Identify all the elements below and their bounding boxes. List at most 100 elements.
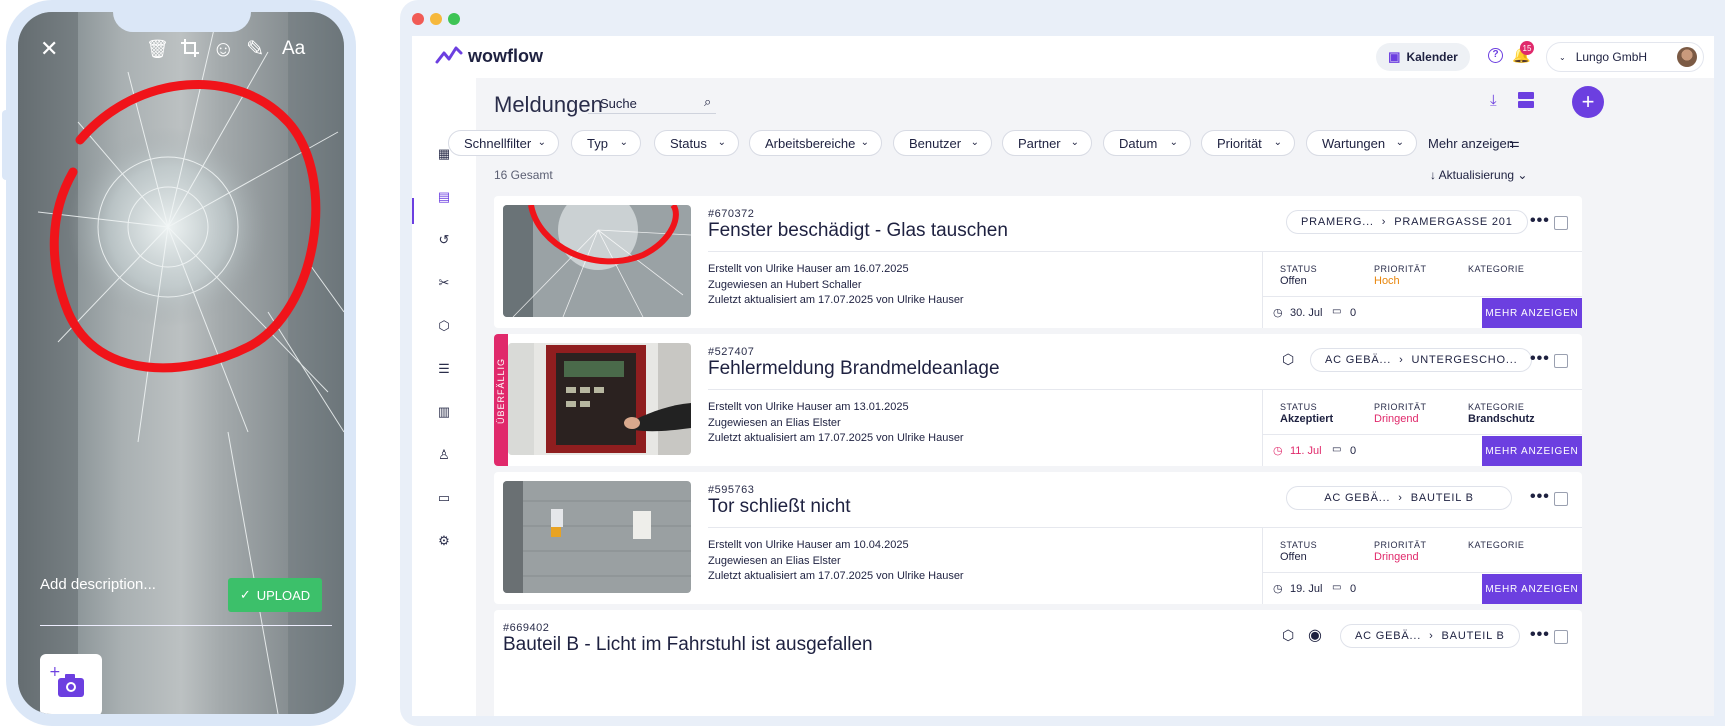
filter-wartungen[interactable]: Wartungen ⌄ xyxy=(1306,130,1417,156)
chevron-down-icon: ⌄ xyxy=(1273,137,1282,148)
comment-count: 0 xyxy=(1350,583,1357,595)
category-label: KATEGORIE xyxy=(1468,540,1525,550)
report-thumbnail[interactable] xyxy=(503,481,691,593)
report-title[interactable]: Fehlermeldung Brandmeldeanlage xyxy=(708,358,1000,380)
select-checkbox[interactable] xyxy=(1554,492,1568,506)
show-more-button[interactable]: MEHR ANZEIGEN xyxy=(1482,574,1582,604)
divider xyxy=(708,389,1582,390)
phone-notch xyxy=(113,12,251,32)
window-maximize-dot[interactable] xyxy=(448,13,460,25)
wowflow-logo-icon[interactable] xyxy=(434,44,464,68)
upload-button[interactable]: ✓ UPLOAD xyxy=(228,578,322,612)
meta-label: Erstellt von xyxy=(708,401,766,413)
select-checkbox[interactable] xyxy=(1554,216,1568,230)
more-filters-button[interactable]: Mehr anzeigen xyxy=(1428,136,1514,151)
meta-label: Zugewiesen an xyxy=(708,554,786,567)
created-date: 10.04.2025 xyxy=(853,539,909,551)
filter-status[interactable]: Status ⌄ xyxy=(654,130,739,156)
select-checkbox[interactable] xyxy=(1554,354,1568,368)
package-icon[interactable]: ⬡ xyxy=(436,318,452,334)
filter-label: Partner xyxy=(1018,135,1061,151)
created-by: Ulrike Hauser xyxy=(765,401,833,413)
report-title[interactable]: Tor schließt nicht xyxy=(708,496,851,518)
meta-label: Erstellt von xyxy=(708,539,766,551)
report-id: #670372 xyxy=(708,208,755,220)
updated-line: Zuletzt aktualisiert am 17.07.2025 von U… xyxy=(708,431,964,447)
sort-dropdown[interactable]: ↓ Aktualisierung ⌄ xyxy=(1430,168,1527,182)
building-icon[interactable]: ▥ xyxy=(436,404,452,420)
more-options-icon[interactable]: ••• xyxy=(1530,350,1550,368)
location-breadcrumb[interactable]: AC GEBÄ... › BAUTEIL B xyxy=(1286,486,1512,510)
show-more-button[interactable]: MEHR ANZEIGEN xyxy=(1482,436,1582,466)
report-thumbnail[interactable] xyxy=(503,205,691,317)
more-options-icon[interactable]: ••• xyxy=(1530,626,1550,644)
show-more-button[interactable]: MEHR ANZEIGEN xyxy=(1482,298,1582,328)
comment-icon: ▭ xyxy=(1332,444,1342,455)
crop-icon[interactable] xyxy=(180,38,200,58)
notification-badge: 15 xyxy=(1520,41,1534,55)
filter-prioritaet[interactable]: Priorität ⌄ xyxy=(1201,130,1295,156)
select-checkbox[interactable] xyxy=(1554,630,1568,644)
download-icon[interactable]: ⤓ xyxy=(1490,92,1497,109)
tools-icon[interactable]: ✂ xyxy=(436,275,452,291)
calendar-button[interactable]: ▣ Kalender xyxy=(1376,43,1470,71)
window-close-dot[interactable] xyxy=(412,13,424,25)
report-title[interactable]: Fenster beschädigt - Glas tauschen xyxy=(708,220,1008,242)
filter-label: Typ xyxy=(587,135,608,151)
page-title: Meldungen xyxy=(494,92,603,117)
avatar xyxy=(1677,47,1697,67)
report-title[interactable]: Bauteil B - Licht im Fahrstuhl ist ausge… xyxy=(503,634,873,656)
brand-name[interactable]: wowflow xyxy=(468,46,543,67)
report-card[interactable]: #595763 Tor schließt nicht AC GEBÄ... › BA… xyxy=(494,472,1582,604)
filter-schnellfilter[interactable]: Schnellfilter ⌄ xyxy=(448,130,559,156)
filter-partner[interactable]: Partner ⌄ xyxy=(1002,130,1092,156)
priority-label: PRIORITÄT xyxy=(1374,264,1427,274)
comment-count: 0 xyxy=(1350,445,1357,457)
filter-label: Arbeitsbereiche xyxy=(765,135,856,151)
list-icon[interactable]: ☰ xyxy=(436,361,452,377)
description-input[interactable]: Add description... xyxy=(40,576,156,593)
sliders-icon[interactable]: ⚌ xyxy=(1509,136,1520,150)
status-value: Offen xyxy=(1280,551,1307,563)
report-card[interactable]: #669402 Bauteil B - Licht im Fahrstuhl i… xyxy=(494,610,1582,716)
document-icon[interactable]: ▭ xyxy=(436,490,452,506)
updated-by: Ulrike Hauser xyxy=(896,294,964,306)
updated-date: 17.07.2025 xyxy=(818,294,874,306)
eye-icon[interactable]: ◉ xyxy=(1308,625,1322,645)
pencil-icon[interactable]: ✎ xyxy=(246,38,264,60)
search-input[interactable]: Suche xyxy=(588,92,716,114)
updated-by: Ulrike Hauser xyxy=(896,432,964,444)
filter-arbeitsbereiche[interactable]: Arbeitsbereiche ⌄ xyxy=(749,130,882,156)
chevron-right-icon: › xyxy=(1381,216,1387,228)
view-toggle-icon[interactable] xyxy=(1518,92,1534,108)
history-icon[interactable]: ↺ xyxy=(436,232,452,248)
report-card[interactable]: ÜBERFÄLLIG #527407 Fehlermeldung Brandme… xyxy=(494,334,1582,466)
priority-value: Dringend xyxy=(1374,413,1419,425)
settings-gear-icon[interactable]: ⚙ xyxy=(436,533,452,549)
location-breadcrumb[interactable]: PRAMERG... › PRAMERGASSE 201 xyxy=(1286,210,1528,234)
company-switcher[interactable]: ⌄ Lungo GmbH xyxy=(1546,42,1704,72)
add-photo-button[interactable]: + xyxy=(40,654,102,714)
add-report-button[interactable]: + xyxy=(1572,86,1604,118)
location-breadcrumb[interactable]: AC GEBÄ... › UNTERGESCHO... xyxy=(1310,348,1533,372)
status-label: STATUS xyxy=(1280,540,1318,550)
report-thumbnail[interactable] xyxy=(508,343,691,455)
filter-typ[interactable]: Typ ⌄ xyxy=(571,130,641,156)
filter-datum[interactable]: Datum ⌄ xyxy=(1103,130,1191,156)
reports-icon[interactable]: ▤ xyxy=(436,189,452,205)
search-icon[interactable]: ⌕ xyxy=(704,94,711,110)
help-icon[interactable]: ? xyxy=(1488,48,1503,63)
close-icon[interactable]: ✕ xyxy=(40,38,58,60)
meta-label: am xyxy=(832,401,854,413)
more-options-icon[interactable]: ••• xyxy=(1530,488,1550,506)
filter-benutzer[interactable]: Benutzer ⌄ xyxy=(893,130,992,156)
report-card[interactable]: #670372 Fenster beschädigt - Glas tausch… xyxy=(494,196,1582,328)
emoji-icon[interactable]: ☺ xyxy=(212,38,234,60)
window-minimize-dot[interactable] xyxy=(430,13,442,25)
text-tool-icon[interactable]: Aa xyxy=(282,38,305,60)
more-options-icon[interactable]: ••• xyxy=(1530,212,1550,230)
trash-icon[interactable]: 🗑 xyxy=(146,38,169,60)
location-breadcrumb[interactable]: AC GEBÄ... › BAUTEIL B xyxy=(1340,624,1520,648)
user-icon[interactable]: ♙ xyxy=(436,447,452,463)
due-date: 30. Jul xyxy=(1290,307,1323,319)
